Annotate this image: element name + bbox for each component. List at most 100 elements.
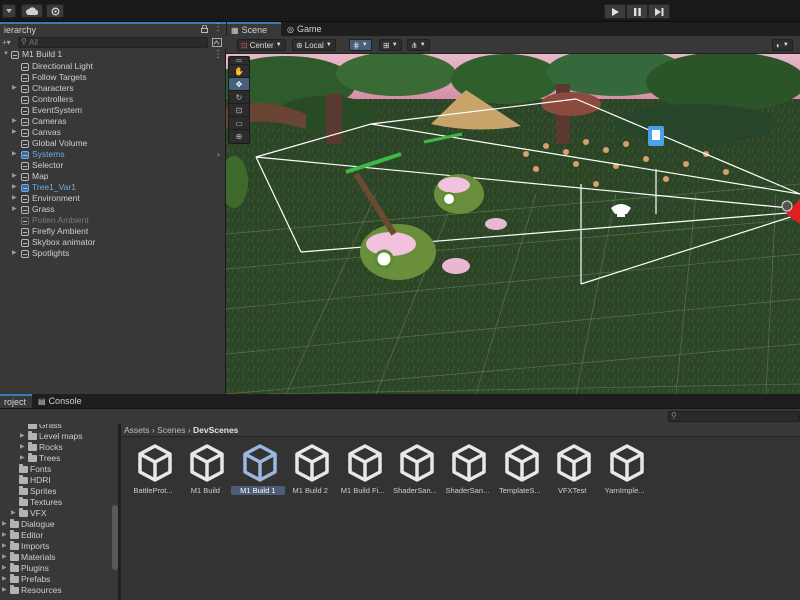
breadcrumb-scenes[interactable]: Scenes [157,425,185,435]
scene-menu-icon[interactable]: ⋮ [213,49,223,60]
folder-item[interactable]: ▶ VFX [0,508,118,519]
pivot-mode-dropdown[interactable]: ⊡ Center ▼ [237,39,286,51]
expand-arrow-icon[interactable]: ▶ [20,442,25,453]
folder-item[interactable]: ▶ Prefabs [0,574,118,585]
hierarchy-item[interactable]: Skybox animator [0,237,226,248]
hierarchy-item[interactable]: EventSystem [0,105,226,116]
scene-asset[interactable]: TemplateS... [493,444,547,504]
rect-tool-button[interactable]: ▭ [229,117,249,130]
folder-item[interactable]: Grass [0,424,118,431]
scene-viewport[interactable]: ═ ✋ ✥ ↻ ⊡ ▭ ⊕ [226,54,800,394]
scene-asset[interactable]: VFXTest [545,444,599,504]
expand-arrow-icon[interactable]: ▶ [2,552,7,563]
grid-snapping-button[interactable]: ⋕ ▼ [349,39,372,51]
folder-item[interactable]: Textures [0,497,118,508]
scene-asset[interactable]: BattleProt... [126,444,180,504]
folder-item[interactable]: Sprites [0,486,118,497]
tab-console[interactable]: ▤ Console [34,394,86,408]
scene-asset[interactable]: M1 Build [178,444,232,504]
hierarchy-search-input[interactable]: ⚲ All [18,37,208,48]
hierarchy-item[interactable]: ▶ Tree1_Var1 [0,182,226,193]
expand-arrow-icon[interactable]: ▶ [12,193,17,204]
expand-arrow-icon[interactable]: ▶ [12,182,17,193]
transform-tool-button[interactable]: ⊕ [229,130,249,143]
tab-hierarchy[interactable]: ierarchy [0,22,226,36]
scene-asset[interactable]: ShaderSan... [388,444,442,504]
hierarchy-item[interactable]: ▶ Canvas [0,127,226,138]
hierarchy-item[interactable]: ▶ Characters [0,83,226,94]
expand-arrow-icon[interactable]: ▶ [12,127,17,138]
pause-button[interactable] [626,4,648,19]
expand-arrow-icon[interactable]: ▶ [12,171,17,182]
expand-arrow-icon[interactable]: ▶ [12,204,17,215]
expand-arrow-icon[interactable]: ▶ [2,563,7,574]
folder-item[interactable]: ▶ Plugins [0,563,118,574]
expand-arrow-icon[interactable]: ▶ [12,83,17,94]
increment-snap-button[interactable]: ⊞ ▼ [379,39,402,51]
expand-arrow-icon[interactable]: ▶ [2,530,7,541]
scene-asset[interactable]: M1 Build 2 [283,444,337,504]
folder-item[interactable]: ▶ Dialogue [0,519,118,530]
folder-item[interactable]: ▶ Editor [0,530,118,541]
hierarchy-item[interactable]: Controllers [0,94,226,105]
space-mode-dropdown[interactable]: ⊛ Local ▼ [292,39,336,51]
add-object-icon[interactable]: +▾ [2,38,11,47]
folder-item[interactable]: ▶ Rocks [0,442,118,453]
hand-tool-button[interactable]: ✋ [229,65,249,78]
draw-mode-dropdown[interactable]: ◐ ▼ [772,39,793,51]
settings-button[interactable] [46,4,64,18]
open-prefab-icon[interactable]: › [217,149,220,160]
expand-arrow-icon[interactable]: ▶ [12,248,17,259]
hierarchy-root-row[interactable]: ▼ M1 Build 1 ⋮ [0,49,226,61]
hierarchy-item[interactable]: Selector [0,160,226,171]
folder-item[interactable]: Fonts [0,464,118,475]
folder-item[interactable]: ▶ Imports [0,541,118,552]
expand-arrow-icon[interactable]: ▶ [20,431,25,442]
hierarchy-item[interactable]: ▶ Environment [0,193,226,204]
expand-arrow-icon[interactable]: ▼ [3,49,9,60]
hierarchy-item[interactable]: Follow Targets [0,72,226,83]
move-tool-button[interactable]: ✥ [229,78,249,91]
hierarchy-item[interactable]: Pollen Ambient [0,215,226,226]
hierarchy-item[interactable]: ▶ Grass [0,204,226,215]
expand-arrow-icon[interactable]: ▶ [11,508,16,519]
lock-icon[interactable] [201,25,208,33]
hierarchy-item[interactable]: Global Volume [0,138,226,149]
tab-scene[interactable]: ▦ Scene [227,22,281,36]
scene-asset[interactable]: ShaderSan... [440,444,494,504]
folder-item[interactable]: ▶ Materials [0,552,118,563]
expand-arrow-icon[interactable]: ▶ [2,519,7,530]
tab-project[interactable]: roject [0,394,32,408]
scene-visibility-icon[interactable] [212,38,222,47]
hierarchy-item[interactable]: ▶ Spotlights [0,248,226,259]
account-dropdown-arrow[interactable] [2,4,16,18]
expand-arrow-icon[interactable]: ▶ [12,149,17,160]
overlay-drag-handle[interactable]: ═ [229,56,249,65]
folder-item[interactable]: ▶ Level maps [0,431,118,442]
scene-asset[interactable]: YarnImple... [598,444,652,504]
panel-menu-icon[interactable]: ⋮ [213,22,223,33]
expand-arrow-icon[interactable]: ▶ [2,574,7,585]
expand-arrow-icon[interactable]: ▶ [2,541,7,552]
folder-item[interactable]: HDRI [0,475,118,486]
expand-arrow-icon[interactable]: ▶ [2,585,7,596]
project-search-input[interactable]: ⚲ [668,411,800,422]
folder-item[interactable]: ▶ Resources [0,585,118,596]
hierarchy-item[interactable]: ▶ Map [0,171,226,182]
hierarchy-item[interactable]: Firefly Ambient [0,226,226,237]
folder-tree-scrollbar[interactable] [112,505,118,570]
hierarchy-item[interactable]: ▶ Systems › [0,149,226,160]
hierarchy-item[interactable]: ▶ Cameras [0,116,226,127]
scene-asset[interactable]: M1 Build Fi... [336,444,390,504]
scale-tool-button[interactable]: ⊡ [229,104,249,117]
breadcrumb-devscenes[interactable]: DevScenes [193,425,238,435]
breadcrumb-assets[interactable]: Assets [124,425,150,435]
step-button[interactable] [648,4,670,19]
scene-asset[interactable]: M1 Build 1 [230,444,285,504]
folder-item[interactable]: ▶ Trees [0,453,118,464]
expand-arrow-icon[interactable]: ▶ [12,116,17,127]
expand-arrow-icon[interactable]: ▶ [20,453,25,464]
grid-visibility-button[interactable]: ⋔ ▼ [407,39,430,51]
rotate-tool-button[interactable]: ↻ [229,91,249,104]
play-button[interactable] [604,4,626,19]
